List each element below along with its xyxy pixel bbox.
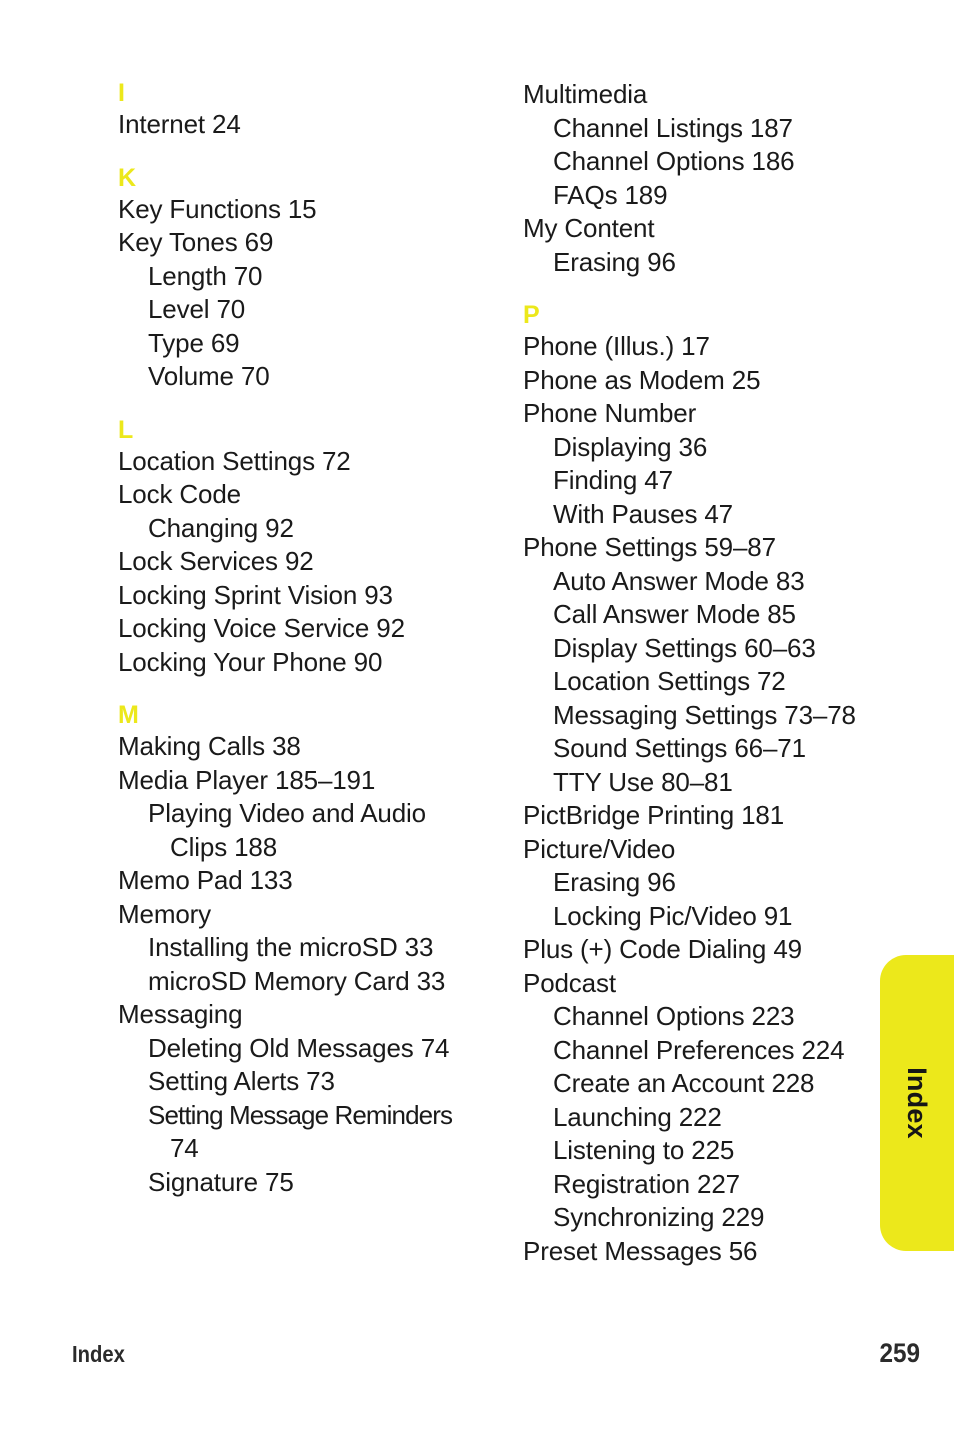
index-entry: Messaging Settings 73–78 bbox=[553, 699, 856, 730]
index-entry: Launching 222 bbox=[553, 1101, 722, 1132]
index-entry: Displaying 36 bbox=[553, 431, 708, 462]
footer-section-label: Index bbox=[72, 1341, 125, 1367]
index-entry: Length 70 bbox=[148, 260, 263, 291]
index-entry: Playing Video and Audio bbox=[148, 798, 426, 828]
index-entry: Phone as Modem 25 bbox=[523, 364, 761, 395]
index-entry: Location Settings 72 bbox=[553, 666, 786, 696]
index-entry: Phone Number bbox=[523, 398, 697, 428]
index-entry: Synchronizing 229 bbox=[553, 1202, 765, 1232]
index-entry: Memo Pad 133 bbox=[118, 865, 293, 895]
index-entry: Channel Listings 187 bbox=[553, 112, 793, 143]
index-entry: Volume 70 bbox=[148, 361, 270, 391]
index-entry: Deleting Old Messages 74 bbox=[148, 1032, 450, 1063]
index-entry: Finding 47 bbox=[553, 465, 673, 495]
index-entry: Multimedia bbox=[523, 79, 648, 109]
index-entry: FAQs 189 bbox=[553, 179, 668, 210]
index-entry: Messaging bbox=[118, 999, 243, 1029]
index-column-right: Multimedia Channel Listings 187 Channel Op… bbox=[523, 78, 898, 1268]
index-entry: Clips 188 bbox=[170, 831, 278, 862]
index-entry: Channel Options 186 bbox=[553, 146, 795, 176]
index-entry: Media Player 185–191 bbox=[118, 764, 376, 795]
index-entry: Sound Settings 66–71 bbox=[553, 733, 806, 763]
index-entry: TTY Use 80–81 bbox=[553, 766, 733, 797]
index-entry: Erasing 96 bbox=[553, 246, 676, 277]
index-entry: Locking Sprint Vision 93 bbox=[118, 579, 393, 610]
index-entry: Level 70 bbox=[148, 294, 246, 324]
index-column-left: I Internet 24 K Key Functions 15 Key Tones 6… bbox=[118, 78, 498, 1199]
index-letter-heading: K bbox=[118, 163, 137, 192]
index-entry: Create an Account 228 bbox=[553, 1068, 815, 1098]
index-entry: Podcast bbox=[523, 967, 616, 998]
page-footer: Index 259 bbox=[72, 1338, 920, 1369]
index-entry: Setting Message Reminders bbox=[148, 1099, 453, 1130]
index-entry: Locking Pic/Video 91 bbox=[553, 900, 793, 931]
index-entry: Memory bbox=[118, 898, 211, 929]
index-entry: Auto Answer Mode 83 bbox=[553, 565, 805, 596]
index-entry: PictBridge Printing 181 bbox=[523, 800, 785, 830]
index-entry: Signature 75 bbox=[148, 1166, 294, 1197]
index-entry: Installing the microSD 33 bbox=[148, 932, 434, 962]
index-letter-heading: M bbox=[118, 701, 139, 729]
footer-page-number: 259 bbox=[879, 1338, 920, 1368]
index-entry: Phone Settings 59–87 bbox=[523, 532, 776, 562]
index-entry: Setting Alerts 73 bbox=[148, 1066, 335, 1096]
index-entry: 74 bbox=[170, 1133, 199, 1163]
index-entry: Plus (+) Code Dialing 49 bbox=[523, 934, 802, 964]
index-entry: Key Functions 15 bbox=[118, 193, 317, 224]
index-entry: Call Answer Mode 85 bbox=[553, 599, 796, 629]
index-page: I Internet 24 K Key Functions 15 Key Tones 6… bbox=[0, 0, 954, 1431]
index-entry: Locking Your Phone 90 bbox=[118, 646, 383, 677]
index-entry: Type 69 bbox=[148, 327, 240, 358]
index-entry: microSD Memory Card 33 bbox=[148, 965, 446, 996]
index-entry: Listening to 225 bbox=[553, 1135, 735, 1165]
index-entry: Erasing 96 bbox=[553, 867, 676, 897]
index-entry: Display Settings 60–63 bbox=[553, 632, 816, 663]
index-entry: Lock Code bbox=[118, 479, 241, 509]
index-entry: With Pauses 47 bbox=[553, 498, 733, 529]
index-entry: Key Tones 69 bbox=[118, 227, 274, 257]
index-entry: Internet 24 bbox=[118, 109, 241, 139]
index-entry: Preset Messages 56 bbox=[523, 1235, 758, 1266]
index-entry: Lock Services 92 bbox=[118, 546, 314, 576]
index-entry: Picture/Video bbox=[523, 833, 676, 864]
index-entry: Channel Options 223 bbox=[553, 1001, 795, 1031]
index-entry: My Content bbox=[523, 213, 655, 243]
index-letter-heading: L bbox=[118, 415, 134, 444]
index-letter-heading: P bbox=[523, 301, 540, 329]
index-entry: Channel Preferences 224 bbox=[553, 1034, 845, 1065]
index-entry: Changing 92 bbox=[148, 512, 294, 543]
index-letter-heading: I bbox=[118, 79, 125, 107]
index-entry: Making Calls 38 bbox=[118, 731, 301, 761]
index-entry: Phone (Illus.) 17 bbox=[523, 331, 710, 361]
index-entry: Location Settings 72 bbox=[118, 445, 351, 476]
index-entry: Locking Voice Service 92 bbox=[118, 613, 405, 643]
index-entry: Registration 227 bbox=[553, 1168, 740, 1199]
